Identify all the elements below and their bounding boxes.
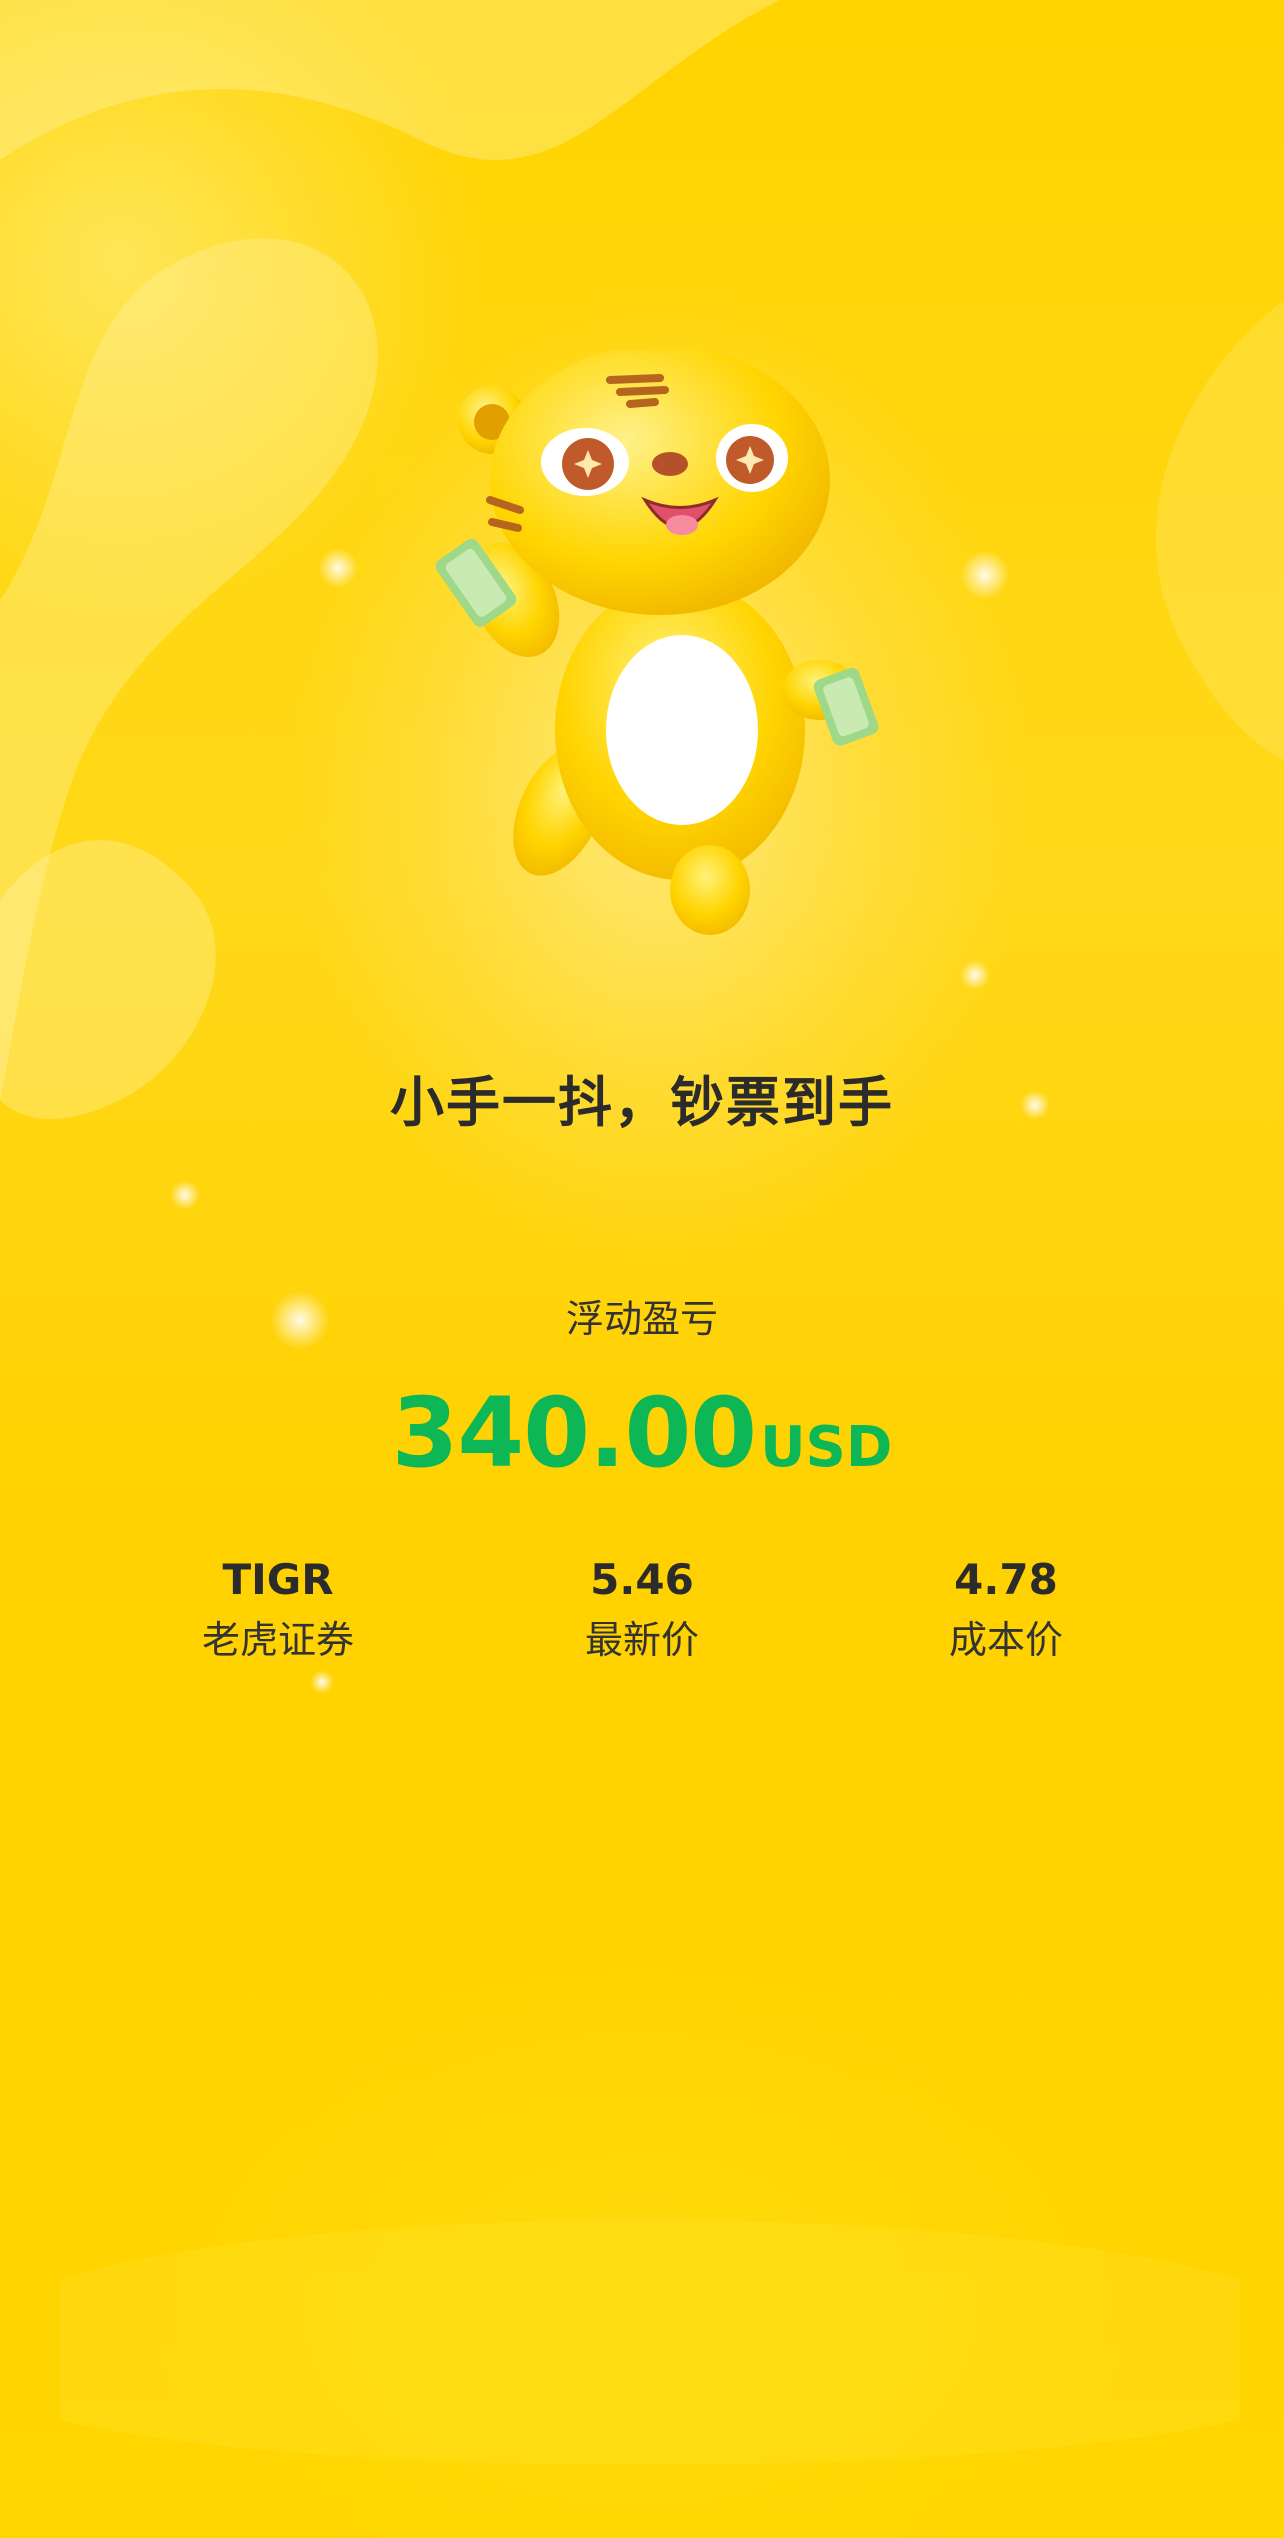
stock-name: 老虎证券 xyxy=(201,1618,354,1662)
floating-pnl-label: 浮动盈亏 xyxy=(565,1297,718,1341)
sparkle xyxy=(960,960,990,990)
pnl-currency: USD xyxy=(760,1415,893,1480)
sparkle xyxy=(960,550,1010,600)
stat-latest-price: 5.46 最新价 xyxy=(492,1552,792,1668)
floating-pnl-value: 340.00USD xyxy=(0,1378,1284,1516)
stat-cost-price: 4.78 成本价 xyxy=(856,1552,1156,1668)
latest-price-value: 5.46 xyxy=(590,1555,694,1604)
cost-price-value: 4.78 xyxy=(954,1555,1058,1604)
tiger-mascot-illustration xyxy=(435,350,879,935)
sparkle xyxy=(170,1180,200,1210)
stat-symbol: TIGR 老虎证券 xyxy=(128,1552,428,1668)
stock-symbol: TIGR xyxy=(222,1555,334,1604)
stock-stats: TIGR 老虎证券 5.46 最新价 4.78 成本价 xyxy=(0,1552,1284,1692)
pnl-amount: 340.00 xyxy=(391,1377,757,1489)
sparkle xyxy=(318,548,358,588)
slogan-heading: 小手一抖，钞票到手 xyxy=(390,1071,894,1134)
cost-price-label: 成本价 xyxy=(948,1618,1063,1662)
latest-price-label: 最新价 xyxy=(584,1618,699,1662)
